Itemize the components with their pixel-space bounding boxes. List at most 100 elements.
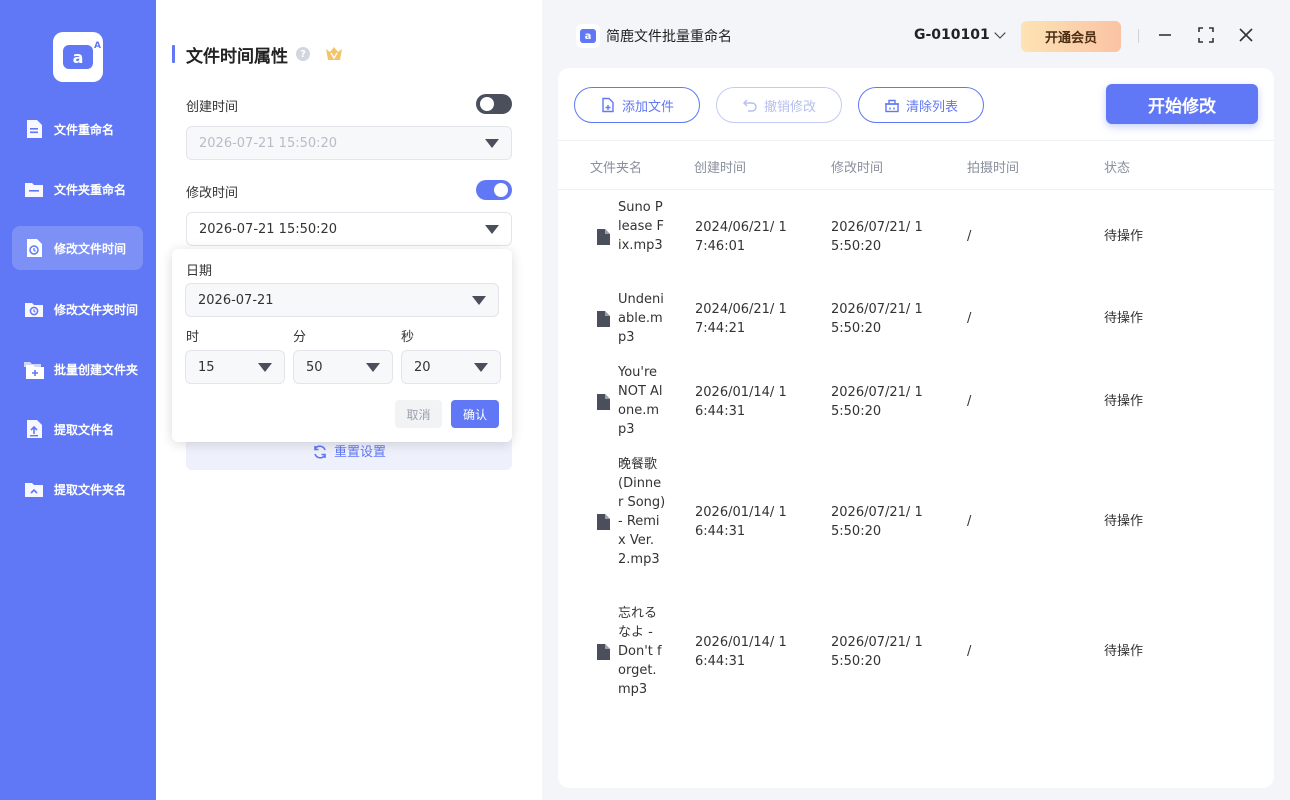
sidebar-item-label: 文件重命名 [54, 122, 115, 137]
sidebar-item-label: 提取文件夹名 [54, 482, 127, 497]
file-name: Undeniable.mp3 [618, 292, 664, 345]
sidebar-item-folder-rename[interactable]: 文件夹重命名 [12, 167, 143, 211]
logo-icon: aA [63, 41, 101, 69]
shot-time: / [967, 394, 972, 409]
status: 待操作 [1104, 229, 1144, 244]
caret-down-icon [258, 363, 272, 372]
close-icon[interactable] [1237, 26, 1255, 44]
file-icon [597, 514, 610, 530]
modified-time-label: 修改时间 [186, 186, 239, 201]
sidebar-item-file-rename[interactable]: 文件重命名 [12, 107, 143, 151]
clear-list-icon [884, 99, 899, 113]
caret-down-icon [485, 225, 499, 234]
sidebar: aA 文件重命名 文件夹重命名 修改文件时间 修改文件夹时间 批量创建文件夹 提… [0, 0, 156, 800]
table-row[interactable]: 忘れるなよ - Don't forget.mp3 2026/01/14/ 16:… [558, 604, 1274, 697]
reset-label: 重置设置 [333, 445, 386, 460]
file-icon [597, 229, 610, 245]
created-time-label: 创建时间 [186, 100, 239, 115]
app-title: a 简鹿文件批量重命名 [576, 24, 732, 48]
column-header-status[interactable]: 状态 [1104, 157, 1130, 176]
app-logo: aA [53, 32, 103, 82]
file-icon [597, 394, 610, 410]
user-id-text: G-010101 [914, 27, 990, 43]
file-icon [597, 644, 610, 660]
vip-button[interactable]: 开通会员 [1021, 21, 1121, 52]
modified-time: 2026/07/21/ 15:50:20 [831, 385, 923, 419]
cancel-button[interactable]: 取消 [395, 400, 442, 428]
date-value: 2026-07-21 [198, 292, 274, 308]
column-header-created[interactable]: 创建时间 [694, 157, 746, 176]
file-name: You're NOT Alone.mp3 [618, 365, 663, 437]
created-time: 2026/01/14/ 16:44:31 [695, 385, 787, 419]
sidebar-item-label: 提取文件名 [54, 422, 115, 437]
modified-time-select[interactable]: 2026-07-21 15:50:20 [186, 212, 512, 246]
second-select[interactable]: 20 [401, 350, 501, 384]
second-value: 20 [414, 359, 431, 375]
toggle-knob [494, 183, 508, 197]
hour-value: 15 [198, 359, 215, 375]
caret-down-icon [366, 363, 380, 372]
table-header: 文件夹名 创建时间 修改时间 拍摄时间 状态 [558, 140, 1274, 190]
file-upload-icon [23, 418, 45, 440]
modified-time-toggle[interactable] [476, 180, 512, 200]
status: 待操作 [1104, 644, 1144, 659]
confirm-button[interactable]: 确认 [451, 400, 499, 428]
clear-list-label: 清除列表 [905, 99, 958, 115]
table-row[interactable]: Undeniable.mp3 2024/06/21/ 17:44:21 2026… [558, 290, 1274, 350]
file-rename-icon [23, 118, 45, 140]
title-accent-bar [172, 45, 175, 63]
sidebar-item-label: 修改文件夹时间 [54, 302, 139, 317]
minute-label: 分 [293, 330, 307, 345]
sidebar-item-modify-file-time[interactable]: 修改文件时间 [12, 226, 143, 270]
column-header-shot[interactable]: 拍摄时间 [967, 157, 1019, 176]
modified-time: 2026/07/21/ 15:50:20 [831, 635, 923, 669]
column-header-name[interactable]: 文件夹名 [590, 157, 642, 176]
datetime-picker-popup: 日期 2026-07-21 时 分 秒 15 50 20 取消 确认 [172, 249, 512, 442]
start-modify-button[interactable]: 开始修改 [1106, 84, 1258, 124]
table-row[interactable]: Suno Please Fix.mp3 2024/06/21/ 17:46:01… [558, 198, 1274, 278]
app-title-text: 简鹿文件批量重命名 [606, 29, 732, 45]
modified-time: 2026/07/21/ 15:50:20 [831, 505, 923, 539]
sidebar-item-batch-create-folder[interactable]: 批量创建文件夹 [12, 347, 143, 391]
modified-time: 2026/07/21/ 15:50:20 [831, 302, 923, 336]
add-file-button[interactable]: 添加文件 [574, 87, 700, 123]
hour-select[interactable]: 15 [185, 350, 285, 384]
created-time-toggle[interactable] [476, 94, 512, 114]
undo-button[interactable]: 撤销修改 [716, 87, 842, 123]
window-separator [1138, 29, 1139, 43]
folder-plus-icon [23, 358, 45, 380]
file-list-card: 添加文件 撤销修改 清除列表 开始修改 文件夹名 创建时间 修改时间 拍摄时间 … [558, 68, 1274, 788]
undo-label: 撤销修改 [763, 99, 816, 115]
minute-select[interactable]: 50 [293, 350, 393, 384]
table-row[interactable]: 晚餐歌 (Dinner Song) - Remix Ver. 2.mp3 202… [558, 455, 1274, 590]
status: 待操作 [1104, 394, 1144, 409]
vip-crown-icon [326, 47, 342, 60]
shot-time: / [967, 311, 972, 326]
add-file-icon [602, 97, 614, 113]
column-header-modified[interactable]: 修改时间 [831, 157, 883, 176]
table-row[interactable]: You're NOT Alone.mp3 2026/01/14/ 16:44:3… [558, 363, 1274, 443]
shot-time: / [967, 644, 972, 659]
minimize-icon[interactable] [1156, 26, 1174, 44]
sidebar-item-modify-folder-time[interactable]: 修改文件夹时间 [12, 287, 143, 331]
refresh-icon [314, 445, 326, 459]
date-select[interactable]: 2026-07-21 [185, 283, 499, 317]
file-clock-icon [23, 237, 45, 259]
shot-time: / [967, 514, 972, 529]
file-name: 晚餐歌 (Dinner Song) - Remix Ver. 2.mp3 [618, 457, 666, 567]
clear-list-button[interactable]: 清除列表 [858, 87, 984, 123]
minute-value: 50 [306, 359, 323, 375]
sidebar-item-extract-foldername[interactable]: 提取文件夹名 [12, 467, 143, 511]
sidebar-item-extract-filename[interactable]: 提取文件名 [12, 407, 143, 451]
created-time: 2026/01/14/ 16:44:31 [695, 505, 787, 539]
user-account-dropdown[interactable]: G-010101 [914, 27, 1006, 43]
chevron-down-icon [994, 27, 1006, 39]
help-icon[interactable]: ? [296, 47, 310, 61]
panel-header: 文件时间属性 ? [172, 43, 344, 67]
created-time: 2026/01/14/ 16:44:31 [695, 635, 787, 669]
maximize-icon[interactable] [1197, 26, 1215, 44]
folder-clock-icon [23, 298, 45, 320]
add-file-label: 添加文件 [621, 99, 674, 115]
caret-down-icon [474, 363, 488, 372]
toggle-knob [480, 97, 494, 111]
